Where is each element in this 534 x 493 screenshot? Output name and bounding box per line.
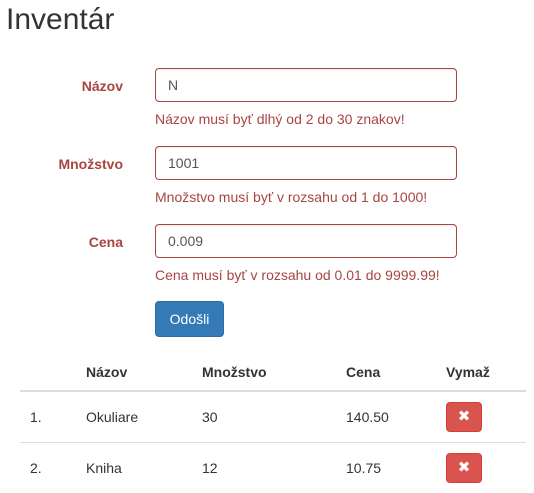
submit-button[interactable]: Odošli — [155, 301, 224, 337]
table-row: 1. Okuliare 30 140.50 ✖ — [20, 391, 526, 443]
row-index: 1. — [30, 409, 42, 425]
table-row: 2. Kniha 12 10.75 ✖ — [20, 442, 526, 493]
price-label: Cena — [88, 234, 123, 250]
row-delete-cell: ✖ — [446, 442, 526, 493]
quantity-input[interactable] — [155, 146, 457, 180]
name-input[interactable] — [155, 68, 457, 102]
header-index — [20, 354, 86, 392]
name-label: Názov — [81, 78, 123, 94]
header-quantity: Množstvo — [202, 354, 346, 392]
page-title: Inventár — [6, 3, 115, 36]
row-name: Okuliare — [86, 409, 139, 425]
row-delete-cell: ✖ — [446, 391, 526, 443]
row-quantity: 30 — [202, 409, 218, 425]
name-error: Názov musí byť dlhý od 2 do 30 znakov! — [155, 111, 405, 127]
close-icon: ✖ — [457, 408, 471, 425]
row-price: 140.50 — [346, 409, 389, 425]
table-header-row: Názov Množstvo Cena Vymaž — [20, 354, 526, 392]
header-price: Cena — [346, 354, 446, 392]
quantity-error: Množstvo musí byť v rozsahu od 1 do 1000… — [155, 189, 428, 205]
row-index: 2. — [20, 442, 86, 493]
inventory-table: Názov Množstvo Cena Vymaž 1. Okuliare 30… — [20, 354, 526, 493]
price-input[interactable] — [155, 224, 457, 258]
delete-button[interactable]: ✖ — [446, 453, 482, 483]
quantity-label: Množstvo — [58, 156, 123, 172]
close-icon: ✖ — [457, 459, 471, 476]
delete-button[interactable]: ✖ — [446, 402, 482, 432]
row-name: Kniha — [86, 442, 202, 493]
row-price: 10.75 — [346, 442, 446, 493]
row-quantity: 12 — [202, 442, 346, 493]
header-name: Názov — [86, 354, 202, 392]
price-error: Cena musí byť v rozsahu od 0.01 do 9999.… — [155, 267, 440, 283]
header-delete: Vymaž — [446, 354, 526, 392]
